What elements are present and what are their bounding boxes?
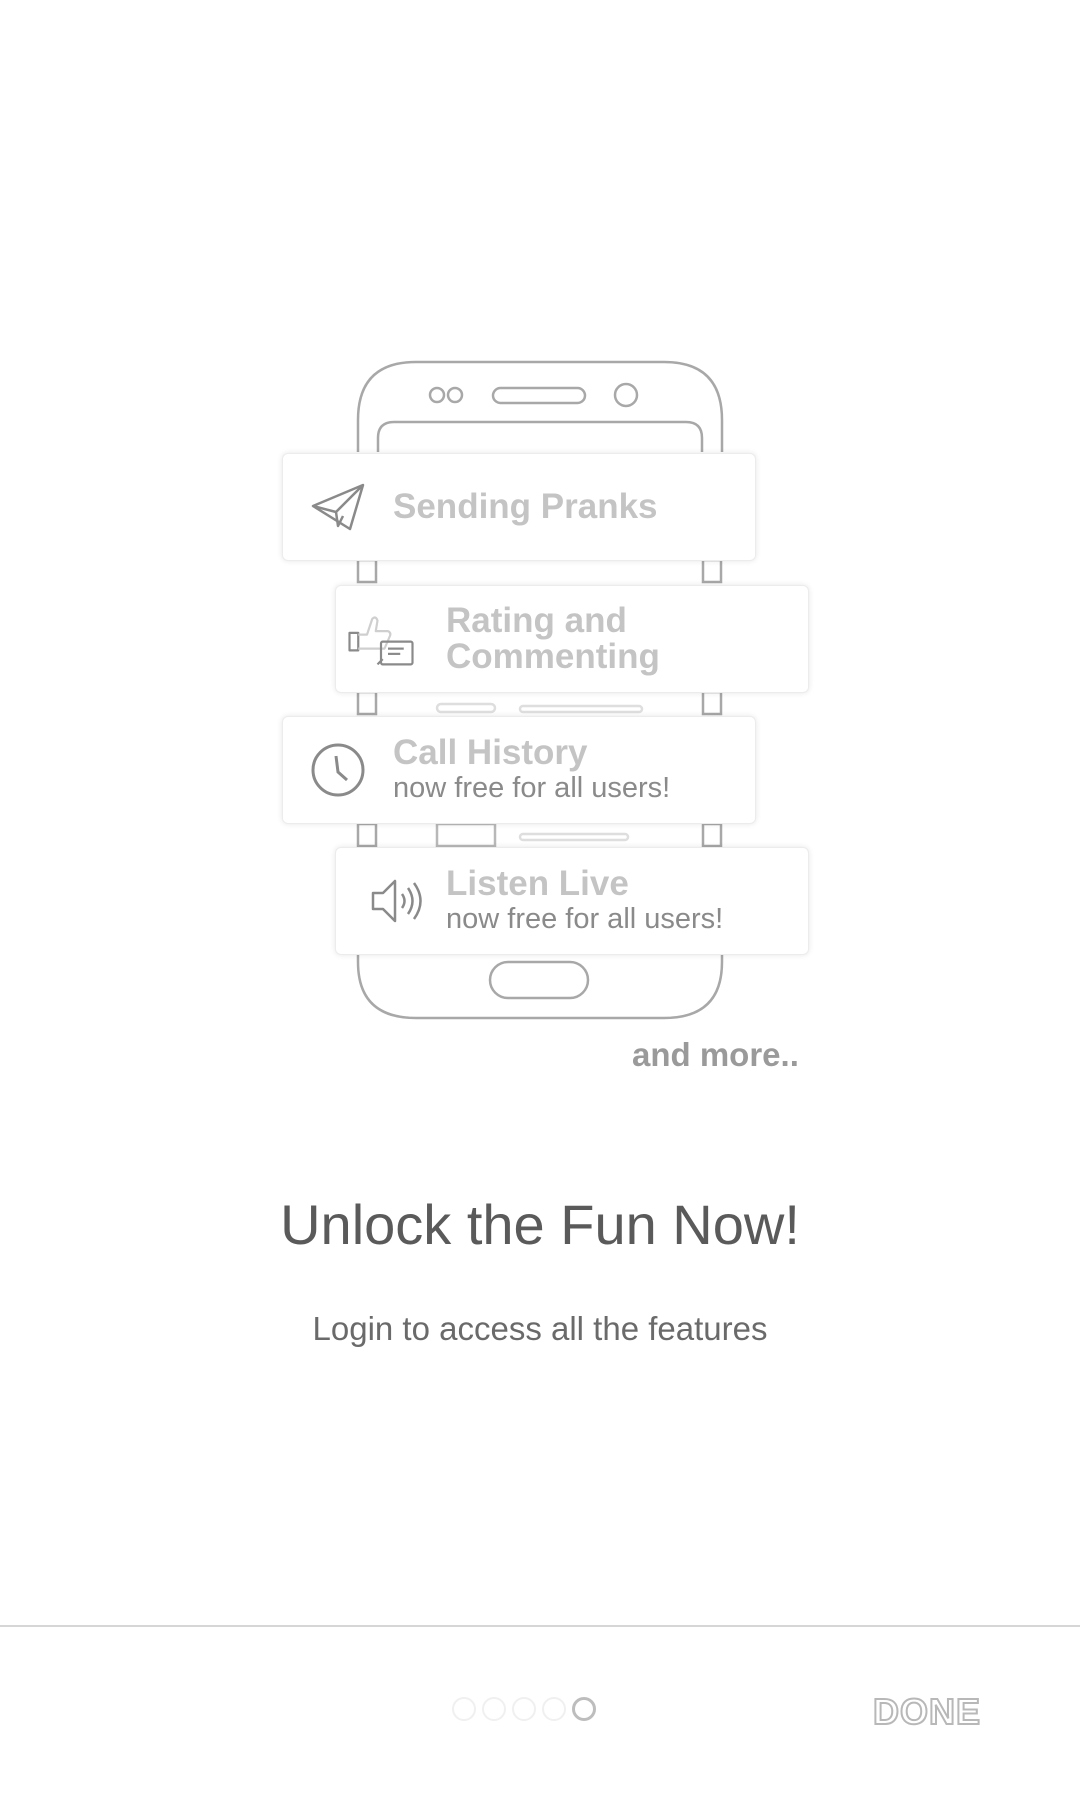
page-dot-4[interactable] [542,1697,566,1721]
feature-card-rating-commenting: Rating and Commenting [335,585,809,693]
feature-card-listen-live: Listen Live now free for all users! [335,847,809,955]
feature-title: Sending Pranks [393,487,658,526]
rail-left-2 [356,690,378,716]
bg-box-1 [435,822,497,848]
page-indicator [452,1697,596,1721]
bottom-navigation-bar: DONE [0,1627,1080,1794]
rail-right-3 [701,822,723,848]
clock-icon [303,735,373,805]
camera-dot-2 [446,386,464,404]
feature-card-sending-pranks: Sending Pranks [282,453,756,561]
feature-title: Listen Live [446,864,629,903]
speaker-icon [364,866,434,936]
rail-left-1 [356,558,378,584]
page-subtitle: Login to access all the features [312,1310,768,1347]
thumbs-up-comment-icon [346,604,416,674]
page-dot-5-active[interactable] [572,1697,596,1721]
phone-body-top [356,360,724,452]
feature-title-line-1: Rating and [446,601,627,640]
rail-right-1 [701,558,723,584]
bg-line-2 [518,704,644,714]
home-button-graphic [488,960,590,1000]
page-dot-3[interactable] [512,1697,536,1721]
rail-right-2 [701,690,723,716]
feature-illustration: Sending Pranks Rating and Commenting Cal… [0,0,1080,1100]
page-dot-1[interactable] [452,1697,476,1721]
feature-title-line-2: Commenting [446,637,660,676]
paper-plane-icon [303,472,373,542]
feature-card-call-history: Call History now free for all users! [282,716,756,824]
feature-title: Call History [393,733,588,772]
camera-dot-1 [428,386,446,404]
feature-subtitle: now free for all users! [446,903,724,935]
earpiece [491,386,587,405]
rail-left-3 [356,822,378,848]
front-camera [613,382,639,408]
feature-subtitle: now free for all users! [393,772,671,804]
bg-line-3 [518,832,630,842]
done-button[interactable]: DONE [862,1687,992,1737]
and-more-label: and more.. [632,1036,799,1073]
page-dot-2[interactable] [482,1697,506,1721]
phone-screen-top [376,420,704,452]
page-title: Unlock the Fun Now! [280,1193,800,1256]
bg-line-1 [435,702,497,714]
